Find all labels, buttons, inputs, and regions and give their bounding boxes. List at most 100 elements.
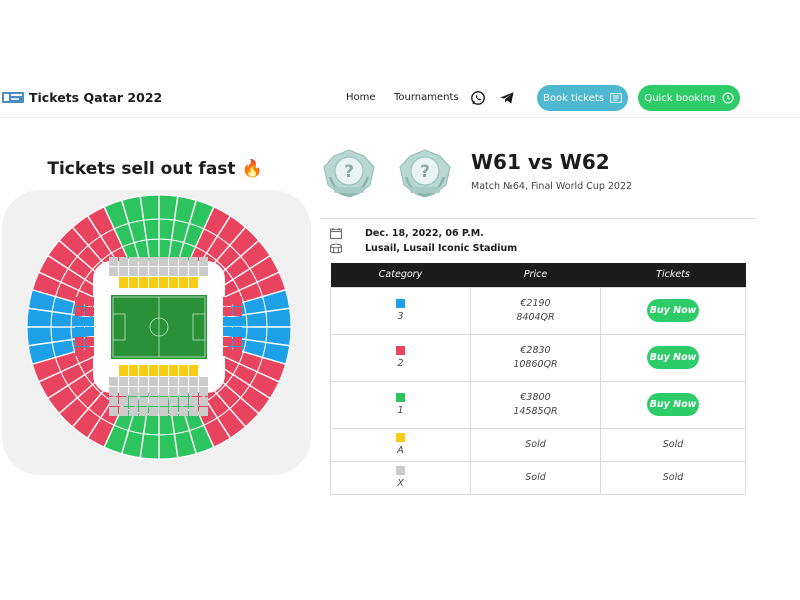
stadium-seating-chart	[26, 194, 292, 460]
seat-block-x	[189, 257, 198, 266]
category-cell: 3	[330, 286, 471, 335]
seat-block-side	[223, 307, 232, 316]
seat-section	[265, 307, 292, 328]
buy-now-button[interactable]: Buy Now	[646, 299, 700, 322]
team-2-badge-icon: ?	[399, 149, 451, 198]
price-eur: €2830	[520, 344, 551, 356]
seat-block-side	[75, 327, 84, 336]
ticket-table: Category Price Tickets 3 €2190 8404QR Bu…	[330, 263, 746, 495]
seat-block-x	[119, 397, 128, 406]
price-qr: 14585QR	[513, 405, 558, 417]
seat-block-x	[189, 387, 198, 396]
seat-block-x	[109, 257, 118, 266]
stadium-map	[2, 190, 311, 475]
seat-block-x	[169, 407, 178, 416]
seat-block-side	[233, 337, 242, 346]
buy-now-button[interactable]: Buy Now	[646, 393, 700, 416]
book-tickets-button[interactable]: Book tickets	[537, 85, 628, 111]
table-header-row: Category Price Tickets	[330, 263, 746, 287]
seat-block-x	[129, 387, 138, 396]
whatsapp-icon[interactable]	[470, 90, 486, 106]
price-eur: €2190	[520, 297, 551, 309]
seat-block-x	[139, 377, 148, 386]
tickets-cell: Sold	[600, 460, 746, 495]
nav-home[interactable]: Home	[346, 92, 376, 103]
seat-block-side	[75, 337, 84, 346]
seat-block-side	[85, 317, 94, 326]
stadium-icon	[330, 243, 342, 254]
seat-block-x	[159, 387, 168, 396]
logo[interactable]: Tickets Qatar 2022	[2, 90, 162, 105]
seat-section	[158, 433, 179, 460]
quick-booking-label: Quick booking	[644, 92, 716, 104]
seat-block-x	[149, 407, 158, 416]
seat-block-a	[129, 365, 138, 376]
price-sold: Sold	[525, 439, 546, 450]
seat-block-x	[199, 407, 208, 416]
seat-block-x	[169, 387, 178, 396]
seat-block-x	[109, 407, 118, 416]
telegram-icon[interactable]	[499, 90, 515, 106]
seat-block-a	[169, 277, 178, 288]
seat-block-side	[85, 297, 94, 306]
seat-block-a	[119, 277, 128, 288]
seat-block-x	[109, 267, 118, 276]
seat-block-x	[189, 377, 198, 386]
category-label: 2	[397, 358, 404, 369]
buy-now-button[interactable]: Buy Now	[646, 346, 700, 369]
team-1-badge-icon: ?	[323, 149, 375, 198]
tickets-cell: Buy Now	[600, 286, 746, 335]
seat-block-a	[169, 365, 178, 376]
seat-block-x	[179, 397, 188, 406]
price-sold: Sold	[525, 472, 546, 483]
seat-section	[139, 194, 160, 221]
tickets-cell: Buy Now	[600, 380, 746, 429]
seat-block-x	[169, 257, 178, 266]
price-cell: Sold	[470, 460, 601, 495]
match-venue-row: Lusail, Lusail Iconic Stadium	[330, 243, 517, 254]
seat-section	[26, 326, 53, 347]
quick-booking-button[interactable]: Quick booking	[638, 85, 740, 111]
seat-block-side	[75, 317, 84, 326]
seat-block-x	[149, 267, 158, 276]
match-date: Dec. 18, 2022, 06 P.M.	[365, 228, 484, 239]
seat-block-x	[159, 407, 168, 416]
category-label: A	[397, 445, 404, 456]
seat-block-side	[223, 327, 232, 336]
seat-block-x	[189, 397, 198, 406]
seat-block-a	[189, 365, 198, 376]
seat-block-x	[199, 377, 208, 386]
seat-block-x	[119, 377, 128, 386]
seat-block-x	[199, 397, 208, 406]
seat-section	[50, 326, 73, 343]
price-cell: €2190 8404QR	[470, 286, 601, 335]
seat-section	[158, 413, 175, 436]
seat-block-x	[139, 267, 148, 276]
seat-block-x	[179, 387, 188, 396]
tickets-cell: Buy Now	[600, 333, 746, 382]
seat-block-x	[119, 407, 128, 416]
seat-block-a	[129, 277, 138, 288]
calendar-icon	[330, 228, 342, 239]
nav-tournaments[interactable]: Tournaments	[394, 92, 459, 103]
category-cell: 1	[330, 380, 471, 429]
seat-block-x	[119, 257, 128, 266]
seat-block-x	[159, 397, 168, 406]
seat-block-a	[149, 365, 158, 376]
match-date-row: Dec. 18, 2022, 06 P.M.	[330, 228, 484, 239]
price-cell: €3800 14585QR	[470, 380, 601, 429]
seat-block-a	[179, 277, 188, 288]
table-row-category-2: 2 €2830 10860QR Buy Now	[330, 333, 746, 382]
seat-block-side	[233, 317, 242, 326]
category-label: 3	[397, 311, 404, 322]
seat-block-x	[169, 377, 178, 386]
price-qr: 8404QR	[516, 311, 555, 323]
clock-icon	[722, 92, 734, 104]
table-row-category-a: A Sold Sold	[330, 427, 746, 462]
seat-block-x	[139, 397, 148, 406]
seat-block-x	[129, 397, 138, 406]
seat-section	[143, 218, 160, 241]
category-swatch	[396, 433, 405, 442]
seat-block-side	[85, 347, 94, 356]
seat-block-x	[179, 257, 188, 266]
